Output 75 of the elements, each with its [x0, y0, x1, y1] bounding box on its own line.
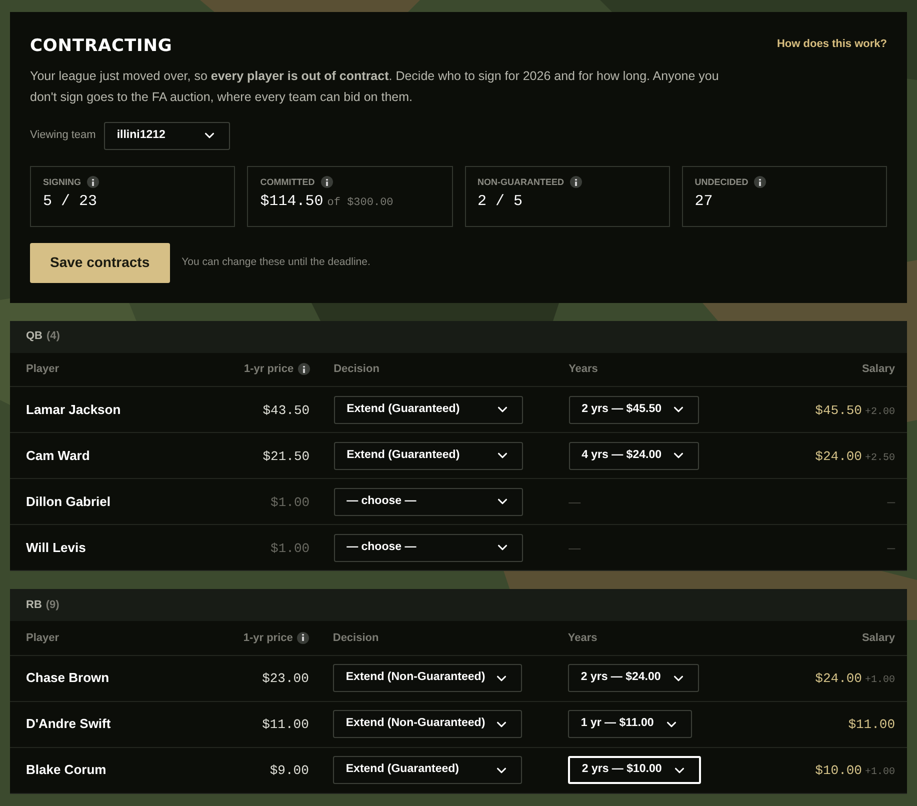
decision-select[interactable]: — choose —: [334, 534, 523, 562]
decision-select[interactable]: Extend (Non-Guaranteed): [332, 710, 522, 738]
position-title: QB: [26, 329, 42, 344]
price-text: $9.00: [270, 763, 309, 778]
position-count: (4): [46, 329, 60, 344]
player-name: Cam Ward: [26, 448, 90, 462]
info-icon: [298, 363, 310, 376]
stat-suffix: of $300.00: [327, 196, 394, 211]
decision-select[interactable]: Extend (Guaranteed): [334, 442, 523, 470]
price-text: $1.00: [270, 494, 310, 510]
position-count: (9): [46, 598, 60, 613]
decision-select[interactable]: Extend (Guaranteed): [332, 756, 522, 784]
stat-label: COMMITTED: [260, 176, 315, 188]
years-select[interactable]: 1 yr — $11.00: [568, 710, 692, 738]
column-header: 1-yr price: [244, 362, 294, 377]
raise-text: +2.50: [864, 452, 895, 464]
price-text: $1.00: [270, 540, 310, 556]
position-title: RB: [26, 598, 42, 613]
salary-text: $24.00: [815, 448, 862, 464]
years-select[interactable]: 2 yrs — $24.00: [568, 664, 699, 692]
intro-text: Your league just moved over, so every player is out of contract. Decide who to sign for 2026 and for how long. Anyone you don't sign goes to the FA auction, where every team can bid on them.: [30, 68, 720, 106]
column-header: Decision: [332, 632, 379, 644]
raise-text: +1.00: [864, 767, 895, 778]
salary-text: $11.00: [848, 717, 895, 732]
salary-text: —: [887, 540, 895, 556]
decision-select[interactable]: Extend (Guaranteed): [334, 396, 523, 424]
player-name: Dillon Gabriel: [26, 494, 111, 508]
years-select[interactable]: 4 yrs — $24.00: [568, 442, 700, 470]
column-header: Player: [26, 363, 60, 375]
page-title: CONTRACTING: [30, 35, 172, 58]
stat-label: NON-GUARANTEED: [478, 176, 564, 188]
price-text: $23.00: [262, 671, 309, 686]
player-name: D'Andre Swift: [26, 716, 111, 731]
column-header: Salary: [862, 632, 895, 644]
player-name: Lamar Jackson: [26, 402, 121, 416]
years-dash: —: [568, 540, 581, 554]
info-icon: [296, 632, 309, 644]
years-select[interactable]: 2 yrs — $45.50: [568, 396, 700, 424]
decision-select[interactable]: — choose —: [334, 488, 523, 516]
info-icon: [754, 176, 766, 188]
column-header: Player: [26, 632, 60, 644]
decision-select[interactable]: Extend (Non-Guaranteed): [332, 664, 522, 692]
stat-value: $114.50: [260, 192, 324, 212]
stat-value: 27: [694, 192, 713, 212]
salary-text: —: [887, 494, 895, 510]
raise-text: +2.00: [864, 406, 895, 418]
column-header: Years: [568, 632, 598, 644]
salary-text: $45.50: [815, 402, 862, 418]
column-header: Years: [568, 363, 598, 375]
team-select[interactable]: illini1212: [104, 122, 230, 150]
stat-label: SIGNING: [43, 176, 82, 188]
column-header: Decision: [334, 363, 380, 375]
column-header: Salary: [862, 363, 895, 375]
info-icon: [570, 176, 582, 188]
salary-text: $10.00: [815, 763, 862, 778]
salary-text: $24.00: [815, 671, 862, 686]
price-text: $21.50: [262, 448, 310, 464]
raise-text: +1.00: [864, 675, 895, 686]
stat-label: UNDECIDED: [694, 176, 748, 188]
save-button[interactable]: Save contracts: [30, 242, 170, 282]
years-dash: —: [568, 494, 581, 508]
stat-value: 2 / 5: [478, 192, 523, 212]
price-text: $43.50: [262, 402, 310, 418]
help-link[interactable]: How does this work?: [776, 36, 887, 52]
price-text: $11.00: [262, 717, 309, 732]
info-icon: [320, 176, 333, 188]
player-name: Chase Brown: [26, 670, 110, 685]
stat-value: 5 / 23: [43, 192, 98, 212]
team-label: Viewing team: [30, 128, 96, 144]
save-note: You can change these until the deadline.: [182, 254, 370, 270]
column-header: 1-yr price: [243, 630, 293, 646]
info-icon: [87, 176, 100, 188]
years-select[interactable]: 2 yrs — $10.00: [568, 756, 701, 784]
player-name: Blake Corum: [26, 762, 106, 777]
player-name: Will Levis: [26, 540, 86, 554]
